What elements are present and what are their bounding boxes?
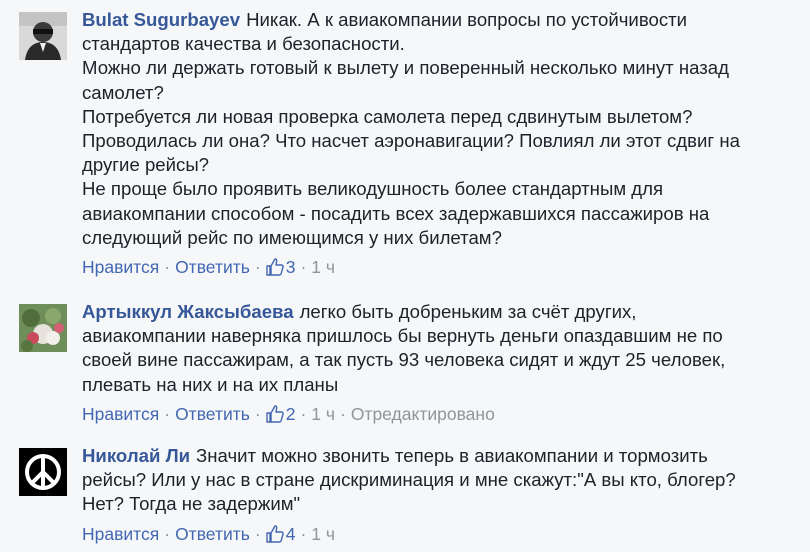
separator: · xyxy=(164,257,171,278)
separator: · xyxy=(164,403,171,424)
reply-link[interactable]: Ответить xyxy=(175,404,250,424)
separator: · xyxy=(254,523,261,544)
reply-link[interactable]: Ответить xyxy=(175,524,250,544)
timestamp[interactable]: 1 ч xyxy=(311,524,335,544)
separator: · xyxy=(164,523,171,544)
comment-actions: Нравится · Ответить · 4 · 1 ч xyxy=(82,522,802,546)
like-count[interactable]: 3 xyxy=(266,257,295,277)
comment-text: Николай Ли Значит можно звонить теперь в … xyxy=(82,445,736,515)
thumbs-up-icon xyxy=(266,405,284,423)
avatar[interactable] xyxy=(19,448,67,496)
reply-link[interactable]: Ответить xyxy=(175,257,250,277)
comment-author[interactable]: Николай Ли xyxy=(82,445,190,466)
separator: · xyxy=(300,523,307,544)
like-link[interactable]: Нравится xyxy=(82,257,159,277)
like-count[interactable]: 4 xyxy=(266,524,295,544)
thumbs-up-icon xyxy=(266,524,284,543)
comment-actions: Нравится · Ответить · 2 · 1 ч · Отредактировано xyxy=(82,402,802,426)
comment-actions: Нравится · Ответить · 3 · 1 ч xyxy=(82,255,802,279)
like-link[interactable]: Нравится xyxy=(82,524,159,544)
separator: · xyxy=(300,257,307,278)
comment-text: Bulat Sugurbayev Никак. А к авиакомпании … xyxy=(82,9,740,248)
separator: · xyxy=(300,403,307,424)
like-link[interactable]: Нравится xyxy=(82,404,159,424)
avatar[interactable] xyxy=(19,304,67,352)
thumbs-up-icon xyxy=(266,258,284,276)
avatar[interactable] xyxy=(19,12,67,60)
comment-text: Артыккул Жаксыбаева легко быть добреньким… xyxy=(82,301,726,395)
separator: · xyxy=(254,403,261,424)
separator: · xyxy=(254,257,261,278)
separator: · xyxy=(339,403,346,424)
like-count[interactable]: 2 xyxy=(266,404,295,424)
timestamp[interactable]: 1 ч xyxy=(311,404,335,424)
edited-label[interactable]: Отредактировано xyxy=(351,404,495,424)
timestamp[interactable]: 1 ч xyxy=(311,257,335,277)
comment-author[interactable]: Bulat Sugurbayev xyxy=(82,9,240,30)
comment-author[interactable]: Артыккул Жаксыбаева xyxy=(82,301,294,322)
